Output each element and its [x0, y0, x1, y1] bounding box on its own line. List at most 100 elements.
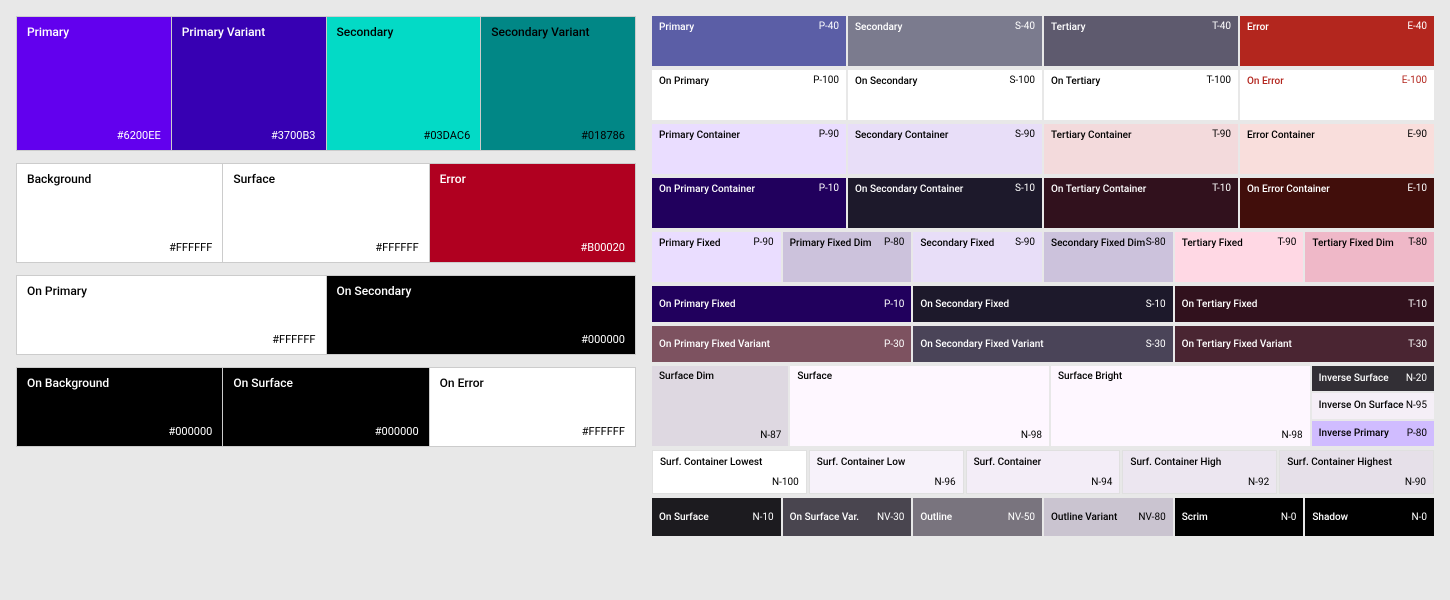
cell-code: E-100 [1402, 75, 1427, 86]
surf-container-cell-2: Surf. Container N-94 [966, 450, 1121, 494]
swatch-on-surface: On Surface #000000 [223, 367, 429, 447]
cell-code: P-80 [1407, 428, 1427, 439]
swatch-name: On Surface [233, 376, 418, 390]
cell-label: Secondary Container [855, 129, 948, 142]
cell-label: On Tertiary [1051, 75, 1100, 88]
cell-code: N-0 [1412, 512, 1428, 523]
surface-bright-cell: Surface BrightN-98 [1051, 366, 1310, 446]
swatch-hex: #000000 [375, 425, 419, 438]
cell-label: On Tertiary Container [1051, 183, 1146, 196]
swatch-hex: #000000 [581, 333, 625, 346]
cell-code: N-92 [1248, 477, 1269, 488]
cell-code: N-94 [1091, 477, 1112, 488]
swatch-on-error: On Error #FFFFFF [430, 367, 636, 447]
cell-label: Primary Container [659, 129, 740, 142]
cell-label: Outline [920, 512, 952, 523]
fixed-color-row: Primary FixedP-90Primary Fixed DimP-80 Se… [652, 232, 1434, 282]
swatch-name: Background [27, 172, 212, 186]
swatch-name: On Secondary [337, 284, 626, 298]
swatch-primary: Primary#6200EE [16, 16, 172, 151]
cell-code: NV-50 [1008, 512, 1035, 523]
color-cell-tertiary-fixed-dim: Tertiary Fixed DimT-80 [1305, 232, 1434, 282]
cell-label: Tertiary Fixed [1182, 237, 1243, 250]
swatch-hex: #FFFFFF [169, 241, 212, 254]
surface-row: Surface DimN-87SurfaceN-98Surface Bright… [652, 366, 1434, 446]
inverse-surface-cell: Inverse SurfaceN-20 [1312, 366, 1434, 391]
cell-code: N-90 [1405, 477, 1426, 488]
color-cell-tertiary: TertiaryT-40 [1044, 16, 1238, 66]
cell-code: N-0 [1281, 512, 1297, 523]
color-cell-on-secondary-fixed: On Secondary FixedS-10 [913, 286, 1172, 322]
swatch-hex: #3700B3 [271, 129, 316, 142]
cell-label: Tertiary [1051, 21, 1086, 34]
inverse-column: Inverse SurfaceN-20Inverse On SurfaceN-9… [1312, 366, 1434, 446]
swatch-on-secondary: On Secondary #000000 [327, 275, 637, 355]
swatch-name: Secondary Variant [491, 25, 625, 39]
cell-code: P-100 [813, 75, 839, 86]
left-panel: Primary#6200EEPrimary Variant#3700B3 Seco… [16, 16, 636, 584]
cell-code: T-30 [1408, 339, 1427, 350]
color-cell-on-primary-fixed: On Primary FixedP-10 [652, 286, 911, 322]
cell-code: N-10 [753, 512, 774, 523]
bottom-cell-scrim: ScrimN-0 [1175, 498, 1304, 536]
swatch-primary-variant: Primary Variant#3700B3 [172, 16, 327, 151]
cell-label: Inverse On Surface [1319, 400, 1404, 411]
color-cell-primary-fixed-dim: Primary Fixed DimP-80 [783, 232, 912, 282]
surf-container-row: Surf. Container Lowest N-100 Surf. Contain… [652, 450, 1434, 494]
cell-label: Surf. Container High [1130, 456, 1269, 469]
cell-label: Secondary [855, 21, 902, 34]
cell-code: NV-80 [1138, 512, 1165, 523]
color-cell-on-error-container: On Error Container E-10 [1240, 178, 1434, 228]
color-cell-secondary: SecondaryS-40 [848, 16, 1042, 66]
swatch-name: On Error [440, 376, 625, 390]
cell-label: On Secondary [855, 75, 917, 88]
color-cell-primary-fixed: Primary FixedP-90 [652, 232, 781, 282]
cell-label: On Primary Fixed Variant [659, 339, 770, 350]
swatch-name: Primary [27, 25, 161, 39]
swatch-error: Error#B00020 [430, 163, 636, 263]
cell-label: On Error Container [1247, 183, 1330, 196]
cell-label: Inverse Primary [1319, 428, 1389, 439]
swatch-hex: #03DAC6 [424, 129, 471, 142]
cell-code: E-40 [1407, 21, 1427, 32]
color-row: On PrimaryP-100 On Secondary S-100 On Terti… [652, 70, 1434, 120]
swatch-hex: #000000 [168, 425, 212, 438]
color-cell-on-error: On ErrorE-100 [1240, 70, 1434, 120]
cell-code: N-100 [772, 477, 799, 488]
color-cell-on-primary: On PrimaryP-100 [652, 70, 846, 120]
cell-code: N-98 [1282, 430, 1303, 441]
swatch-hex: #FFFFFF [582, 425, 625, 438]
cell-code: S-100 [1009, 75, 1035, 86]
cell-code: S-30 [1146, 339, 1166, 350]
cell-label: Surf. Container [974, 456, 1113, 469]
cell-label: Surf. Container Highest [1287, 456, 1426, 469]
right-panel: PrimaryP-40SecondaryS-40TertiaryT-40Erro… [652, 16, 1434, 584]
cell-label: On Primary Fixed [659, 299, 736, 310]
on-fixed-row: On Primary FixedP-10On Secondary FixedS-… [652, 286, 1434, 322]
cell-code: S-80 [1146, 237, 1166, 250]
primary-swatch-row: Primary#6200EEPrimary Variant#3700B3 Seco… [16, 16, 636, 151]
color-cell-primary-container: Primary ContainerP-90 [652, 124, 846, 174]
bottom-cell-shadow: ShadowN-0 [1305, 498, 1434, 536]
swatch-on-primary: On Primary#FFFFFF [16, 275, 327, 355]
color-cell-on-secondary-container: On Secondary ContainerS-10 [848, 178, 1042, 228]
cell-code: S-10 [1146, 299, 1166, 310]
cell-label: Secondary Fixed [920, 237, 994, 250]
cell-label: On Tertiary Fixed [1182, 299, 1258, 310]
cell-label: Surf. Container Lowest [660, 456, 799, 469]
cell-code: E-90 [1407, 129, 1427, 140]
swatch-surface: Surface#FFFFFF [223, 163, 429, 263]
on-bg-surface-error-row: On Background#000000On Surface#000000On … [16, 367, 636, 447]
cell-label: Tertiary Fixed Dim [1312, 237, 1393, 250]
color-cell-on-primary-fixed-variant: On Primary Fixed VariantP-30 [652, 326, 911, 362]
surface-cell: SurfaceN-98 [790, 366, 1049, 446]
cell-code: N-98 [1021, 430, 1042, 441]
cell-code: P-40 [819, 21, 839, 32]
cell-code: E-10 [1407, 183, 1427, 194]
color-cell-on-primary-container: On Primary ContainerP-10 [652, 178, 846, 228]
cell-code: P-90 [753, 237, 773, 250]
cell-label: Error Container [1247, 129, 1315, 142]
color-cell-on-tertiary-fixed: On Tertiary FixedT-10 [1175, 286, 1434, 322]
inverse-primary-cell: Inverse Primary P-80 [1312, 421, 1434, 446]
color-cell-tertiary-container: Tertiary ContainerT-90 [1044, 124, 1238, 174]
